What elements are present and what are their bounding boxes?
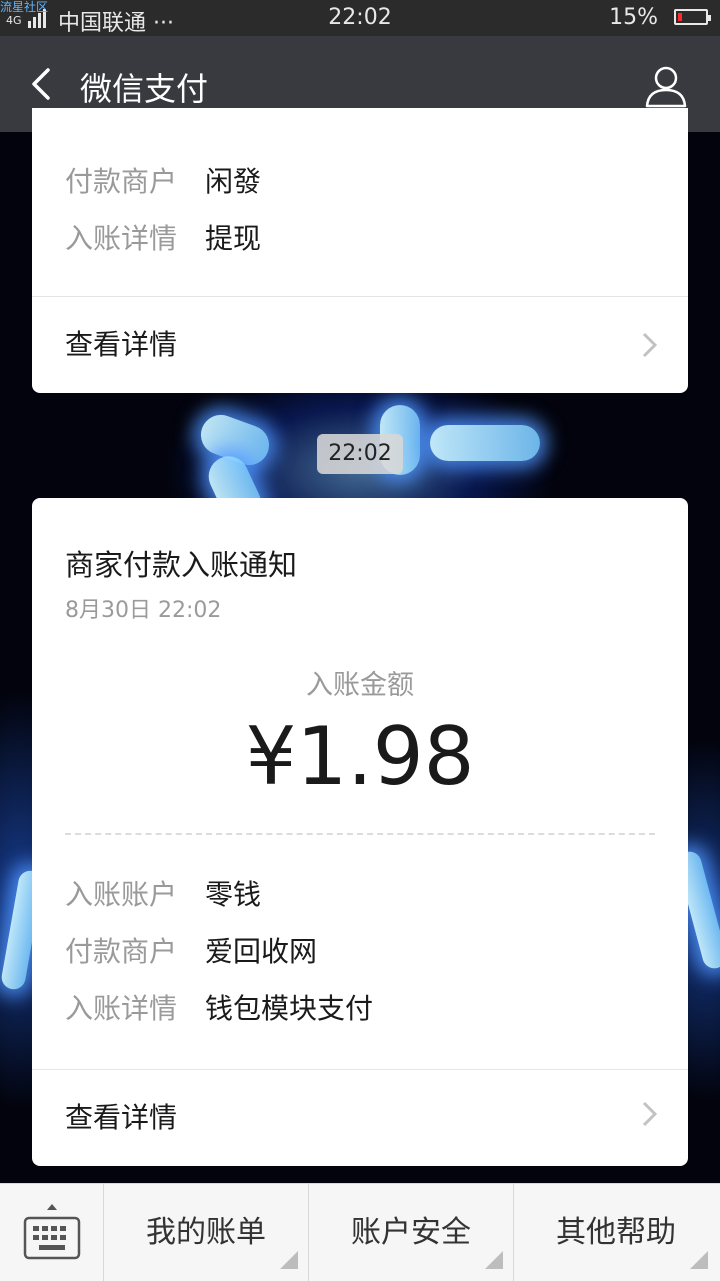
submenu-indicator-icon (690, 1251, 708, 1269)
chevron-right-icon (642, 1101, 658, 1127)
payment-card-previous: 付款商户 闲發 入账详情 提现 查看详情 (32, 108, 688, 393)
page-title: 微信支付 (80, 70, 209, 108)
row-value: 闲發 (205, 165, 262, 198)
row-label: 付款商户 (65, 165, 178, 198)
message-timestamp: 22:02 (317, 434, 403, 474)
view-details-link[interactable]: 查看详情 (32, 297, 688, 393)
menu-my-bills[interactable]: 我的账单 (104, 1184, 309, 1281)
row-value: 钱包模块支付 (205, 992, 374, 1025)
menu-label: 我的账单 (146, 1215, 266, 1250)
row-label: 入账详情 (65, 222, 178, 255)
row-label: 付款商户 (65, 935, 178, 968)
info-row: 入账账户 零钱 (65, 873, 261, 913)
row-value: 提现 (205, 222, 262, 255)
view-details-label: 查看详情 (65, 1101, 178, 1134)
battery-percent: 15% (609, 5, 658, 30)
row-label: 入账详情 (65, 992, 178, 1025)
status-bar: 4G 流星社区 中国联通 ··· 22:02 15% (0, 0, 720, 36)
menu-label: 账户安全 (351, 1215, 471, 1250)
keyboard-toggle-button[interactable] (0, 1184, 104, 1281)
battery-level (678, 13, 682, 21)
background-glow-stroke (430, 425, 540, 461)
view-details-link[interactable]: 查看详情 (32, 1070, 688, 1166)
submenu-indicator-icon (280, 1251, 298, 1269)
notification-title: 商家付款入账通知 (65, 548, 298, 582)
row-value: 零钱 (205, 878, 262, 911)
bottom-menu: 我的账单 账户安全 其他帮助 (0, 1183, 720, 1281)
back-arrow-icon[interactable] (24, 64, 64, 104)
chevron-right-icon (642, 332, 658, 358)
menu-account-security[interactable]: 账户安全 (309, 1184, 514, 1281)
info-row: 入账详情 钱包模块支付 (65, 987, 373, 1027)
user-icon[interactable] (644, 64, 688, 108)
info-row: 付款商户 爱回收网 (65, 930, 317, 970)
row-label: 入账账户 (65, 878, 178, 911)
info-row: 付款商户 闲發 (65, 160, 261, 200)
row-value: 爱回收网 (205, 935, 318, 968)
submenu-indicator-icon (485, 1251, 503, 1269)
menu-label: 其他帮助 (556, 1215, 676, 1250)
keyboard-icon (23, 1204, 81, 1260)
notification-datetime: 8月30日 22:02 (65, 598, 222, 623)
amount-value: ¥1.98 (245, 710, 475, 803)
info-row: 入账详情 提现 (65, 217, 261, 257)
payment-card-current[interactable]: 商家付款入账通知 8月30日 22:02 入账金额 ¥1.98 入账账户 零钱 付… (32, 498, 688, 1166)
battery-icon (674, 9, 711, 25)
amount-label: 入账金额 (306, 670, 414, 701)
view-details-label: 查看详情 (65, 328, 178, 361)
menu-other-help[interactable]: 其他帮助 (514, 1184, 718, 1281)
dashed-divider (65, 833, 655, 835)
